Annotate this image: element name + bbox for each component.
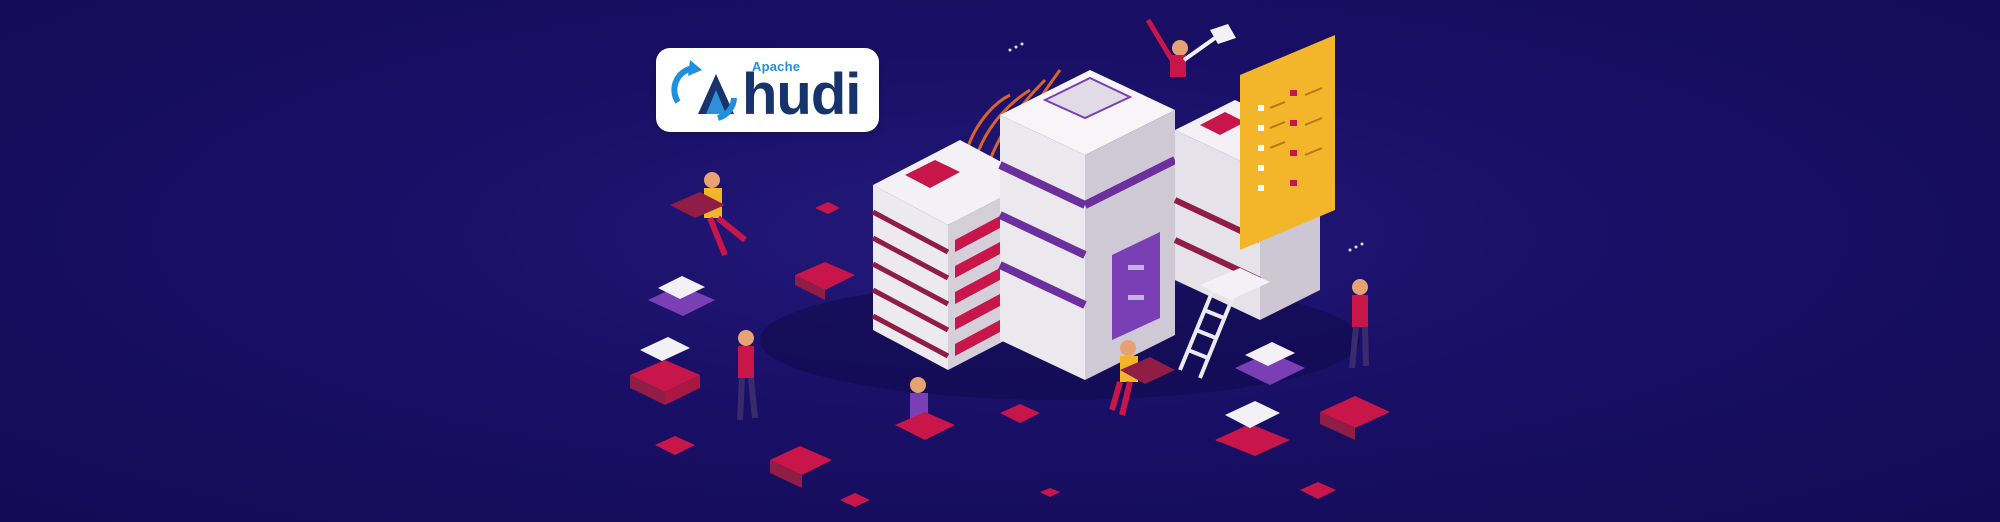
- person-icon: [1145, 18, 1236, 77]
- isometric-illustration: [630, 18, 1390, 507]
- person-icon: [1349, 279, 1369, 369]
- person-icon: [737, 330, 758, 421]
- hero-banner: Apache hudi: [0, 0, 2000, 522]
- hudi-logo-icon: [671, 60, 737, 121]
- data-panel: [1240, 35, 1335, 250]
- person-icon: [670, 172, 747, 257]
- server-rack-icon: [998, 70, 1177, 380]
- hudi-logo: Apache hudi: [656, 48, 879, 132]
- box-stack-left: [630, 276, 715, 405]
- logo-wordmark: hudi: [742, 62, 861, 127]
